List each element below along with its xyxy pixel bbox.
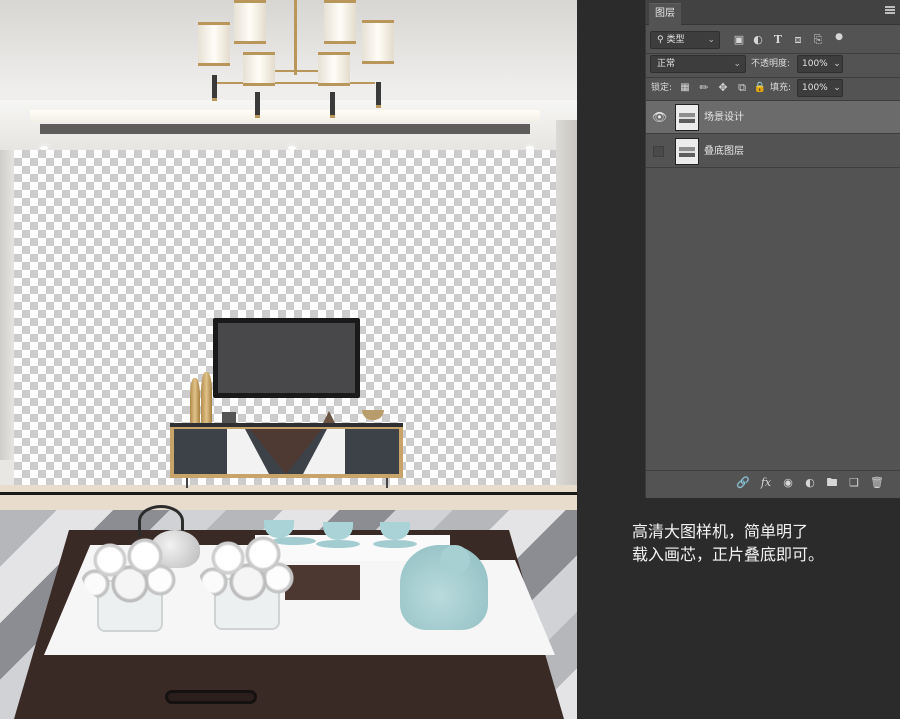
chevron-down-icon[interactable]: ⌄	[830, 55, 844, 73]
chevron-down-icon[interactable]: ⌄	[830, 79, 844, 97]
lock-label: 锁定:	[651, 83, 673, 93]
adjustment-filter-icon[interactable]: ◐	[751, 31, 765, 49]
chevron-down-icon: ⌄	[707, 35, 715, 45]
floor-inlay	[0, 492, 577, 495]
filter-kind-select[interactable]: ⚲ 类型 ⌄	[650, 31, 720, 49]
panel-header: 图层	[646, 0, 900, 25]
layer-row-multiply[interactable]: 叠底图层	[646, 135, 900, 168]
ceiling-frame	[40, 124, 530, 134]
flower-arrangement	[80, 528, 180, 608]
drawer-handle	[165, 690, 257, 704]
tv-screen	[218, 323, 355, 393]
caption: 高清大图样机，简单明了 载入画芯，正片叠底即可。	[632, 520, 892, 566]
mask-icon[interactable]: ◉	[781, 474, 795, 492]
fill-label: 填充:	[770, 83, 792, 93]
blend-mode-value: 正常	[657, 59, 676, 69]
lamp-shade	[318, 52, 350, 86]
lamp-shade	[324, 0, 356, 44]
filter-kind-label: 类型	[666, 35, 685, 45]
opacity-label: 不透明度:	[751, 59, 791, 69]
lock-move-icon[interactable]: ✥	[716, 79, 730, 97]
cabinet-leg	[386, 478, 388, 488]
ceiling-light-strip	[30, 110, 540, 122]
left-wall	[0, 150, 14, 460]
right-wall	[556, 120, 577, 500]
lamp-shade	[234, 0, 266, 44]
chandelier-drop	[255, 92, 260, 118]
layer-name: 叠底图层	[704, 146, 744, 157]
search-icon: ⚲	[657, 35, 664, 45]
visibility-toggle[interactable]	[653, 146, 664, 157]
eye-icon[interactable]: 👁	[652, 110, 667, 124]
blend-row: 正常 ⌄ 不透明度: 100% ⌄	[646, 54, 900, 78]
layers-panel: 图层 ⚲ 类型 ⌄ ▣ ◐ T ⧈ ⎘ ● 正常 ⌄ 不透明度: 100% ⌄ …	[645, 0, 900, 498]
lock-row: 锁定: ▦ ✏ ✥ ⧉ 🔒 填充: 100% ⌄	[646, 78, 900, 102]
blend-mode-select[interactable]: 正常 ⌄	[650, 55, 746, 73]
filter-toggle-icon[interactable]: ●	[832, 28, 846, 46]
adjustment-icon[interactable]: ◐	[803, 474, 817, 492]
caption-line-1: 高清大图样机，简单明了	[632, 522, 809, 541]
scene-mockup-image	[0, 0, 577, 719]
chevron-down-icon: ⌄	[733, 59, 741, 69]
lock-paint-icon[interactable]: ✏	[697, 79, 711, 97]
new-layer-icon[interactable]: ❏	[847, 474, 861, 492]
lock-all-icon[interactable]: 🔒	[753, 79, 767, 97]
opacity-value: 100%	[802, 59, 828, 69]
cabinet-leg	[186, 478, 188, 488]
tea-saucer	[316, 540, 360, 548]
chandelier-drop	[212, 75, 217, 101]
layer-row-scene-design[interactable]: 👁 场景设计	[646, 101, 900, 134]
lamp-shade	[243, 52, 275, 86]
chandelier-arm	[215, 82, 375, 84]
caption-line-2: 载入画芯，正片叠底即可。	[632, 545, 825, 564]
type-filter-icon[interactable]: T	[771, 31, 785, 49]
filter-row: ⚲ 类型 ⌄ ▣ ◐ T ⧈ ⎘ ●	[646, 30, 900, 54]
vase	[201, 372, 212, 425]
fill-value: 100%	[802, 83, 828, 93]
lamp-shade	[198, 22, 230, 66]
folder-icon[interactable]: 🖿	[825, 474, 839, 492]
layer-thumbnail	[675, 138, 699, 165]
cabinet-top	[170, 423, 403, 427]
link-icon[interactable]: 🔗	[736, 474, 750, 492]
fx-icon[interactable]: fx	[759, 474, 773, 492]
chandelier-stem	[294, 0, 297, 75]
panel-menu-icon[interactable]	[885, 6, 895, 14]
lock-transparent-icon[interactable]: ▦	[678, 79, 692, 97]
tea-saucer	[373, 540, 417, 548]
shape-filter-icon[interactable]: ⧈	[791, 31, 805, 49]
figurine-head	[440, 545, 470, 575]
flower-arrangement	[198, 526, 298, 606]
lamp-shade	[362, 20, 394, 64]
chandelier-drop	[376, 82, 381, 108]
layer-name: 场景设计	[704, 112, 744, 123]
vase	[190, 378, 200, 425]
layers-tab[interactable]: 图层	[649, 3, 681, 25]
lock-artboard-icon[interactable]: ⧉	[735, 79, 749, 97]
layer-thumbnail	[675, 104, 699, 131]
panel-footer: 🔗 fx ◉ ◐ 🖿 ❏ 🗑	[646, 470, 900, 494]
chandelier-drop	[330, 92, 335, 118]
image-filter-icon[interactable]: ▣	[732, 31, 746, 49]
trash-icon[interactable]: 🗑	[870, 474, 884, 492]
television	[213, 318, 360, 398]
smart-object-filter-icon[interactable]: ⎘	[811, 31, 825, 49]
